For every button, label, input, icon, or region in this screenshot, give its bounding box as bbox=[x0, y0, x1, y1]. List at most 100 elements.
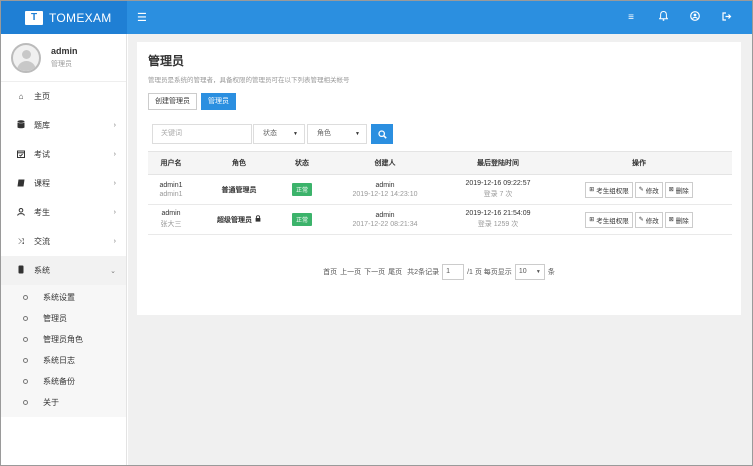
calendar-check-icon bbox=[15, 150, 27, 160]
circle-icon bbox=[23, 316, 28, 321]
next-page-link[interactable]: 下一页 bbox=[364, 267, 385, 277]
column-header-role[interactable]: 角色 bbox=[194, 151, 284, 175]
created-at: 2019-12-12 14:23:10 bbox=[352, 190, 418, 198]
search-button[interactable] bbox=[371, 124, 393, 144]
submenu-item-admin-roles[interactable]: 管理员角色 bbox=[1, 329, 126, 350]
wrench-icon: ✎ bbox=[638, 187, 644, 193]
sidebar-item-label: 考试 bbox=[34, 150, 50, 159]
prev-page-link[interactable]: 上一页 bbox=[340, 267, 361, 277]
bell-icon[interactable] bbox=[656, 10, 670, 24]
last-login-time: 2019-12-16 09:22:57 bbox=[465, 180, 531, 187]
tab-admin-list[interactable]: 管理员 bbox=[201, 93, 236, 110]
table-row: admin 张大三 超级管理员 正常 admin 2017-12-22 08:2… bbox=[148, 204, 732, 235]
sidebar: admin 管理员 ⌂ 主页 题库 › 考试 › 课程 › 考生 › ⤨ 交流 … bbox=[1, 34, 127, 465]
username-sub: admin1 bbox=[159, 190, 183, 198]
page-description: 管理员是系统的管理者，具备权限的管理员可在以下列表管理相关帐号 bbox=[148, 77, 350, 84]
action-label: 删除 bbox=[675, 217, 689, 225]
tab-create-admin[interactable]: 创建管理员 bbox=[148, 93, 197, 110]
delete-button[interactable]: ⊠ 删除 bbox=[664, 181, 693, 198]
role-name: 超级管理员 bbox=[217, 216, 253, 224]
edit-button[interactable]: ✎ 修改 bbox=[634, 181, 663, 198]
close-box-icon: ⊠ bbox=[668, 217, 674, 223]
action-label: 修改 bbox=[645, 187, 659, 195]
sidebar-item-course[interactable]: 课程 › bbox=[1, 169, 126, 198]
last-page-link[interactable]: 尾页 bbox=[388, 267, 402, 277]
username: admin bbox=[161, 210, 181, 217]
submenu-item-admins[interactable]: 管理员 bbox=[1, 308, 126, 329]
wrench-icon: ✎ bbox=[638, 217, 644, 223]
action-label: 考生组权限 bbox=[596, 217, 629, 225]
group-permission-button[interactable]: ⊞ 考生组权限 bbox=[585, 211, 633, 228]
delete-button[interactable]: ⊠ 删除 bbox=[664, 211, 693, 228]
submenu-item-label: 系统设置 bbox=[43, 293, 75, 302]
chevron-right-icon: › bbox=[113, 238, 116, 245]
sitemap-icon: ⊞ bbox=[589, 187, 595, 193]
creator: admin bbox=[375, 181, 395, 189]
caret-down-icon: ▼ bbox=[355, 131, 360, 137]
hamburger-icon[interactable]: ☰ bbox=[137, 11, 147, 24]
sidebar-item-label: 课程 bbox=[34, 179, 50, 188]
submenu-item-label: 关于 bbox=[43, 398, 59, 407]
profile-role: 管理员 bbox=[51, 61, 72, 68]
search-icon bbox=[377, 129, 387, 139]
edit-button[interactable]: ✎ 修改 bbox=[634, 211, 663, 228]
submenu-item-system-backup[interactable]: 系统备份 bbox=[1, 371, 126, 392]
last-login-time: 2019-12-16 21:54:09 bbox=[465, 210, 531, 217]
sidebar-item-label: 交流 bbox=[34, 237, 50, 246]
submenu-item-system-log[interactable]: 系统日志 bbox=[1, 350, 126, 371]
role-name: 普通管理员 bbox=[221, 186, 257, 194]
sidebar-item-forum[interactable]: ⤨ 交流 › bbox=[1, 227, 126, 256]
user-circle-icon[interactable] bbox=[688, 11, 702, 24]
sidebar-item-label: 题库 bbox=[34, 121, 50, 130]
caret-down-icon: ▼ bbox=[535, 269, 541, 275]
login-count: 登录 7 次 bbox=[483, 191, 513, 198]
status-select[interactable]: 状态 ▼ bbox=[253, 124, 305, 144]
tabs: 创建管理员 管理员 bbox=[148, 93, 240, 110]
column-header-status[interactable]: 状态 bbox=[284, 151, 320, 175]
sidebar-item-home[interactable]: ⌂ 主页 bbox=[1, 82, 126, 111]
group-permission-button[interactable]: ⊞ 考生组权限 bbox=[585, 181, 633, 198]
action-label: 删除 bbox=[675, 187, 689, 195]
brand[interactable]: T TOMEXAM bbox=[1, 1, 127, 34]
lock-icon bbox=[255, 215, 261, 224]
role-select[interactable]: 角色 ▼ bbox=[307, 124, 367, 144]
login-count: 登录 1259 次 bbox=[477, 221, 519, 228]
first-page-link[interactable]: 首页 bbox=[323, 267, 337, 277]
page-number-input[interactable]: 1 bbox=[442, 264, 465, 280]
submenu-item-system-settings[interactable]: 系统设置 bbox=[1, 287, 126, 308]
logout-icon[interactable] bbox=[720, 11, 734, 24]
submenu-item-label: 系统日志 bbox=[43, 356, 75, 365]
cell-actions: ⊞ 考生组权限 ✎ 修改 ⊠ 删除 bbox=[546, 204, 732, 235]
sidebar-item-question-bank[interactable]: 题库 › bbox=[1, 111, 126, 140]
pagination: 首页 上一页 下一页 尾页 共2条记录 1 /1 页 每页显示 10 ▼ 条 bbox=[137, 264, 741, 280]
circle-icon bbox=[23, 379, 28, 384]
pages-text: /1 页 每页显示 bbox=[467, 269, 512, 276]
sidebar-item-exam[interactable]: 考试 › bbox=[1, 140, 126, 169]
column-header-creator[interactable]: 创建人 bbox=[320, 151, 450, 175]
list-icon[interactable]: ≡ bbox=[624, 12, 638, 23]
cell-creator: admin 2019-12-12 14:23:10 bbox=[320, 174, 450, 205]
cell-status: 正常 bbox=[284, 204, 320, 235]
profile[interactable]: admin 管理员 bbox=[1, 34, 126, 82]
column-header-username[interactable]: 用户名 bbox=[148, 151, 194, 175]
column-header-last-login[interactable]: 最后登陆时间 bbox=[450, 151, 546, 175]
shuffle-icon: ⤨ bbox=[17, 236, 25, 246]
total-records: 共2条记录 bbox=[407, 269, 440, 276]
sidebar-item-candidate[interactable]: 考生 › bbox=[1, 198, 126, 227]
brand-name: TOMEXAM bbox=[49, 10, 112, 25]
top-bar: T TOMEXAM ☰ ≡ bbox=[1, 1, 752, 34]
sidebar-item-system[interactable]: 系统 ⌄ bbox=[1, 256, 126, 285]
page-title: 管理员 bbox=[148, 54, 185, 68]
chevron-right-icon: › bbox=[113, 151, 116, 158]
keyword-input[interactable]: 关键词 bbox=[152, 124, 252, 144]
submenu-item-about[interactable]: 关于 bbox=[1, 392, 126, 413]
cell-role: 超级管理员 bbox=[194, 204, 284, 235]
circle-icon bbox=[23, 295, 28, 300]
avatar bbox=[11, 42, 41, 73]
username: admin1 bbox=[159, 181, 183, 189]
circle-icon bbox=[23, 400, 28, 405]
created-at: 2017-12-22 08:21:34 bbox=[352, 220, 418, 228]
table-row: admin1 admin1 普通管理员 正常 admin 2019-12-12 … bbox=[148, 174, 732, 205]
page-size-select[interactable]: 10 ▼ bbox=[514, 264, 545, 280]
chevron-right-icon: › bbox=[113, 180, 116, 187]
